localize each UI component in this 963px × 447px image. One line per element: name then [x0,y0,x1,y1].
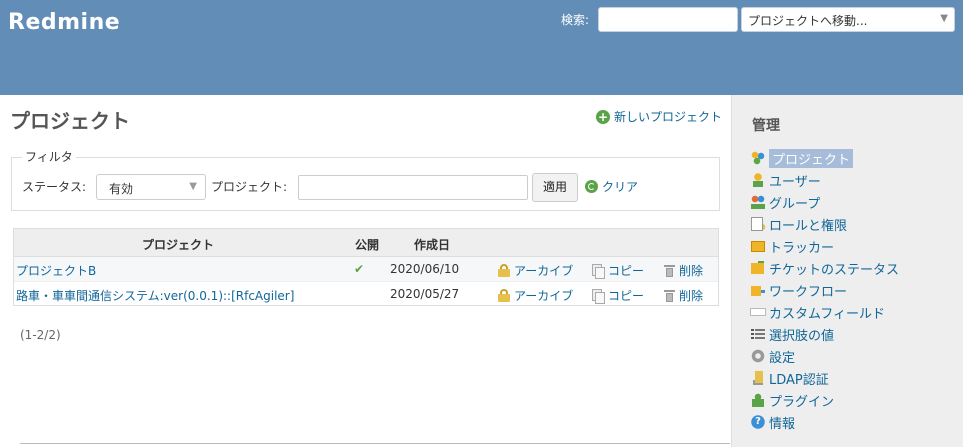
sidebar-item-groups[interactable]: グループ [750,191,899,213]
trash-icon [664,289,675,302]
roles-icon [750,216,766,232]
plugin-icon [750,392,766,408]
sidebar-item-label: グループ [769,196,821,212]
project-filter-label: プロジェクト: [211,180,288,194]
sidebar-item-info[interactable]: ? 情報 [750,411,899,433]
sidebar-item-enumerations[interactable]: 選択肢の値 [750,323,899,345]
sidebar-item-label: 設定 [769,350,796,366]
sidebar-item-label: チケットのステータス [769,262,900,278]
chevron-down-icon: ▼ [189,181,197,192]
workflow-icon [750,282,766,298]
reload-icon [585,180,598,193]
archive-link[interactable]: アーカイブ [498,262,573,279]
clear-link[interactable]: クリア [585,178,638,195]
search-input[interactable] [598,7,738,32]
sidebar-title: 管理 [752,118,780,134]
table-row: プロジェクトB ✔ 2020/06/10 アーカイブ コピー 削除 [14,257,718,281]
enumeration-icon [750,326,766,342]
admin-menu: プロジェクト ユーザー グループ ロールと権限 トラッカー チケットのステータス… [750,147,899,433]
sidebar-item-label: LDAP認証 [769,372,829,388]
sidebar-item-label: カスタムフィールド [769,306,885,322]
status-filter-label: ステータス: [22,180,87,194]
archive-label: アーカイブ [514,264,574,278]
app-title[interactable]: Redmine [8,10,120,35]
status-filter-select[interactable]: 有効 ▼ [96,174,206,200]
sidebar-item-label: ロールと権限 [769,218,848,234]
sidebar-item-label: 選択肢の値 [769,328,835,344]
issue-status-icon [750,260,766,276]
sidebar-item-plugins[interactable]: プラグイン [750,389,899,411]
copy-link[interactable]: コピー [592,287,644,304]
delete-link[interactable]: 削除 [664,262,703,279]
user-icon [750,172,766,188]
tracker-icon [750,238,766,254]
delete-label: 削除 [679,264,704,278]
column-header-project[interactable]: プロジェクト [142,236,214,253]
archive-link[interactable]: アーカイブ [498,287,573,304]
sidebar-item-ldap[interactable]: LDAP認証 [750,367,899,389]
settings-icon [750,348,766,364]
sidebar-item-projects[interactable]: プロジェクト [750,147,899,169]
created-date: 2020/06/10 [390,262,460,276]
clear-label: クリア [602,180,639,194]
copy-icon [592,289,605,304]
sidebar-item-settings[interactable]: 設定 [750,345,899,367]
copy-label: コピー [608,264,645,278]
sidebar-item-label: プロジェクト [769,148,854,168]
project-jump-select[interactable]: プロジェクトへ移動... ▼ [741,7,955,32]
check-icon: ✔ [354,262,365,276]
project-jump-label: プロジェクトへ移動... [748,14,868,28]
chevron-down-icon: ▼ [940,13,948,24]
sidebar-item-label: ユーザー [769,174,821,190]
sidebar-item-label: プラグイン [769,394,835,410]
sidebar-item-issue-statuses[interactable]: チケットのステータス [750,257,899,279]
sidebar-item-label: ワークフロー [769,284,848,300]
delete-label: 削除 [679,289,704,303]
created-date: 2020/05/27 [390,287,460,301]
sidebar-item-users[interactable]: ユーザー [750,169,899,191]
pagination-info: (1-2/2) [20,328,61,342]
add-icon: + [596,109,610,124]
project-name-link[interactable]: プロジェクトB [16,262,96,279]
group-icon [750,194,766,210]
project-name-link[interactable]: 路車・車車間通信システム:ver(0.0.1)::[RfcAgiler] [16,287,294,304]
new-project-link[interactable]: + 新しいプロジェクト [596,108,722,125]
project-filter-input[interactable] [298,175,528,200]
sidebar-item-workflows[interactable]: ワークフロー [750,279,899,301]
admin-sidebar: 管理 プロジェクト ユーザー グループ ロールと権限 トラッカー チケットのステ… [731,95,963,447]
main-content: プロジェクト + 新しいプロジェクト フィルタ ステータス: 有効 ▼ プロジェ… [0,95,731,447]
table-header: プロジェクト 公開 作成日 [14,229,718,257]
lock-icon [498,264,510,277]
filter-legend: フィルタ [22,148,76,165]
sidebar-item-roles[interactable]: ロールと権限 [750,213,899,235]
delete-link[interactable]: 削除 [664,287,703,304]
apply-button[interactable]: 適用 [532,173,578,202]
copy-icon [592,264,605,279]
status-filter-value: 有効 [109,182,134,196]
column-header-public[interactable]: 公開 [355,236,379,253]
new-project-label: 新しいプロジェクト [614,110,723,124]
ldap-icon [750,370,766,386]
top-header: Redmine 検索: プロジェクトへ移動... ▼ [0,0,963,95]
projects-icon [750,150,766,166]
footer-divider [20,443,730,444]
info-icon: ? [750,414,766,430]
copy-label: コピー [608,289,645,303]
lock-icon [498,289,510,302]
trash-icon [664,264,675,277]
search-label: 検索: [561,13,590,27]
page-title: プロジェクト [10,109,130,133]
table-row: 路車・車車間通信システム:ver(0.0.1)::[RfcAgiler] 202… [14,281,718,305]
copy-link[interactable]: コピー [592,262,644,279]
archive-label: アーカイブ [514,289,574,303]
sidebar-item-label: 情報 [769,416,796,432]
sidebar-item-trackers[interactable]: トラッカー [750,235,899,257]
projects-table: プロジェクト 公開 作成日 プロジェクトB ✔ 2020/06/10 アーカイブ… [13,228,719,306]
custom-field-icon [750,304,766,320]
sidebar-item-custom-fields[interactable]: カスタムフィールド [750,301,899,323]
column-header-created[interactable]: 作成日 [414,236,450,253]
sidebar-item-label: トラッカー [769,240,835,256]
